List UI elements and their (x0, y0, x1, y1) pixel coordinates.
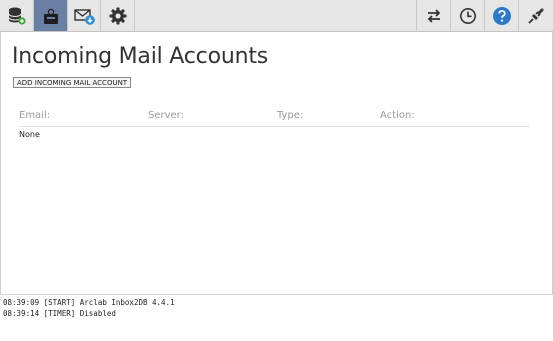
column-action: Action: (380, 110, 415, 121)
toolbar (0, 0, 553, 32)
mail-download-icon (73, 8, 95, 25)
schedule-button[interactable] (451, 0, 484, 31)
log-line: 08:39:09 [START] Arclab Inbox2DB 4.4.1 (3, 298, 175, 307)
accounts-button[interactable] (34, 0, 67, 31)
accounts-table-header: Email: Server: Type: Action: (19, 110, 529, 127)
help-icon (492, 6, 511, 25)
transfer-arrows-icon (427, 8, 440, 23)
column-server: Server: (148, 110, 184, 121)
connect-button[interactable] (519, 0, 552, 31)
log-line: 08:39:14 [TIMER] Disabled (3, 309, 116, 318)
help-button[interactable] (485, 0, 518, 31)
page-title: Incoming Mail Accounts (12, 44, 269, 69)
gear-icon (109, 7, 126, 24)
database-add-button[interactable] (0, 0, 33, 31)
clock-icon (459, 7, 476, 24)
column-type: Type: (277, 110, 304, 121)
log-panel: 08:39:09 [START] Arclab Inbox2DB 4.4.1 0… (0, 294, 553, 341)
transfer-button[interactable] (417, 0, 450, 31)
user-accounts-icon (43, 8, 58, 24)
empty-accounts-text: None (19, 130, 40, 139)
plug-connect-icon (527, 8, 543, 24)
column-email: Email: (19, 110, 51, 121)
settings-button[interactable] (101, 0, 134, 31)
mail-download-button[interactable] (68, 0, 101, 31)
add-incoming-mail-account-button[interactable]: ADD INCOMING MAIL ACCOUNT (13, 77, 132, 88)
database-add-icon (8, 7, 26, 25)
main-content: Incoming Mail Accounts ADD INCOMING MAIL… (0, 32, 553, 294)
